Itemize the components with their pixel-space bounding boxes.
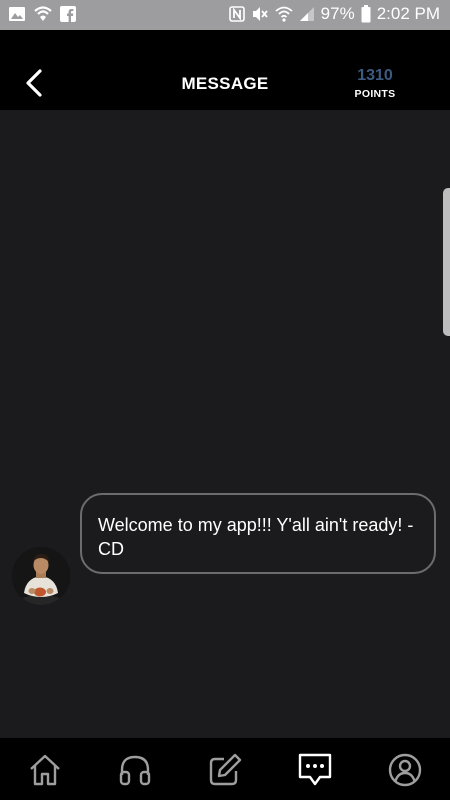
points-label[interactable]: POINTS [340,88,410,100]
scroll-handle[interactable] [443,188,450,336]
signal-icon [299,6,315,22]
image-icon [8,6,26,22]
nav-compose[interactable] [206,751,244,789]
battery-icon [361,5,371,23]
home-icon [30,754,60,786]
message-icon [298,753,332,786]
mute-icon [251,6,269,22]
points-value[interactable]: 1310 [340,67,410,85]
shield-wifi-icon [34,5,52,23]
profile-icon [388,753,422,787]
facebook-icon [60,6,76,22]
edit-icon [209,753,242,786]
nav-profile[interactable] [386,751,424,789]
nav-home[interactable] [26,751,64,789]
wifi-icon [275,6,293,22]
header: MESSAGE 1310 POINTS [0,30,450,110]
bottom-nav [0,738,450,800]
nfc-icon [228,6,245,22]
headphones-icon [119,755,151,786]
status-right-icons: 97% 2:02 PM [228,4,440,24]
message-text: Welcome to my app!!! Y'all ain't ready! … [98,515,414,559]
avatar-image [12,547,70,605]
nav-audio[interactable] [116,751,154,789]
battery-text: 97% [320,4,355,23]
nav-messages[interactable] [296,751,334,789]
user-avatar[interactable] [12,547,70,605]
clock-text: 2:02 PM [376,4,440,23]
status-bar: 97% 2:02 PM [0,0,450,30]
status-left-icons [8,5,76,23]
message-bubble: Welcome to my app!!! Y'all ain't ready! … [80,493,436,574]
